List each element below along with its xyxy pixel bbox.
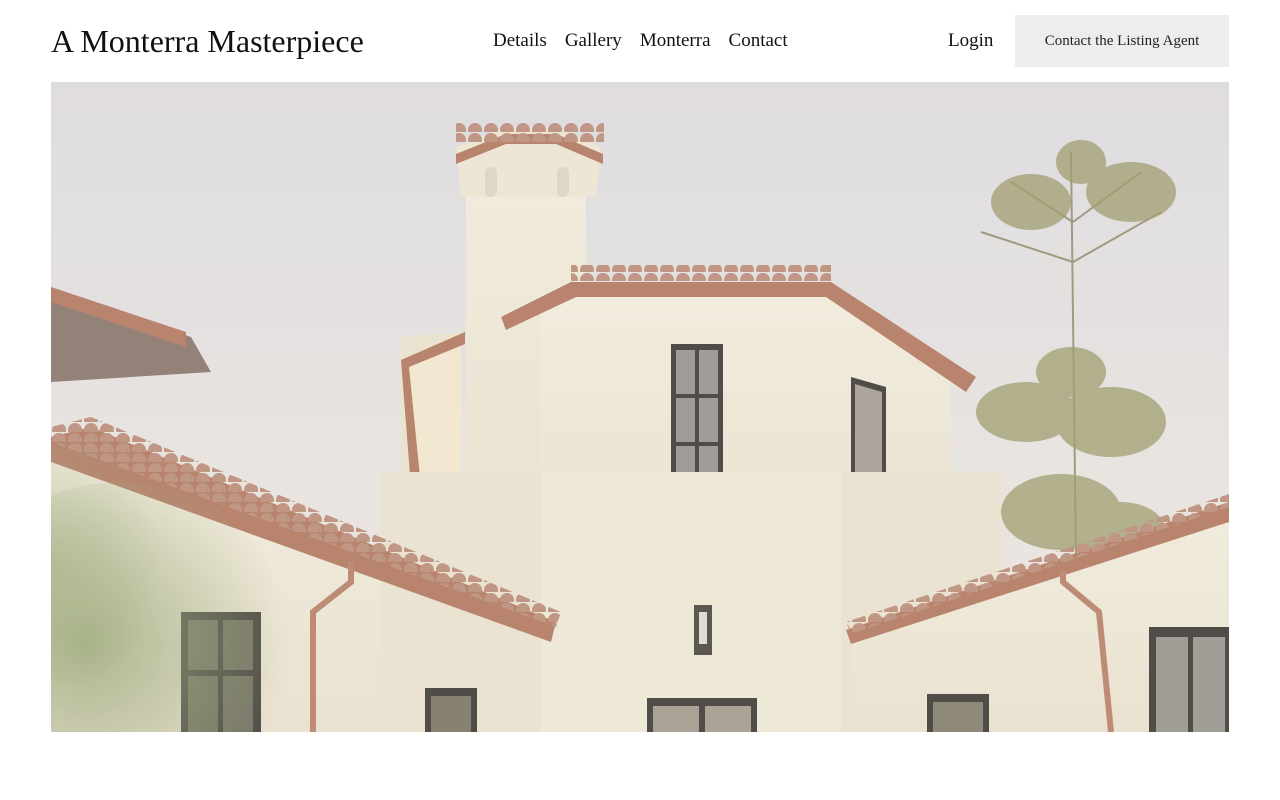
nav-item-monterra[interactable]: Monterra	[640, 30, 711, 52]
site-header: A Monterra Masterpiece Details Gallery M…	[0, 0, 1280, 82]
nav-item-gallery[interactable]: Gallery	[565, 30, 622, 52]
nav-item-details[interactable]: Details	[493, 30, 547, 52]
main-nav: Details Gallery Monterra Contact	[493, 30, 788, 52]
villa-exterior-illustration	[51, 82, 1229, 732]
login-link[interactable]: Login	[948, 30, 993, 52]
hero-image	[51, 82, 1229, 732]
site-title[interactable]: A Monterra Masterpiece	[51, 22, 364, 60]
nav-item-contact[interactable]: Contact	[729, 30, 788, 52]
contact-listing-agent-button[interactable]: Contact the Listing Agent	[1015, 15, 1229, 67]
